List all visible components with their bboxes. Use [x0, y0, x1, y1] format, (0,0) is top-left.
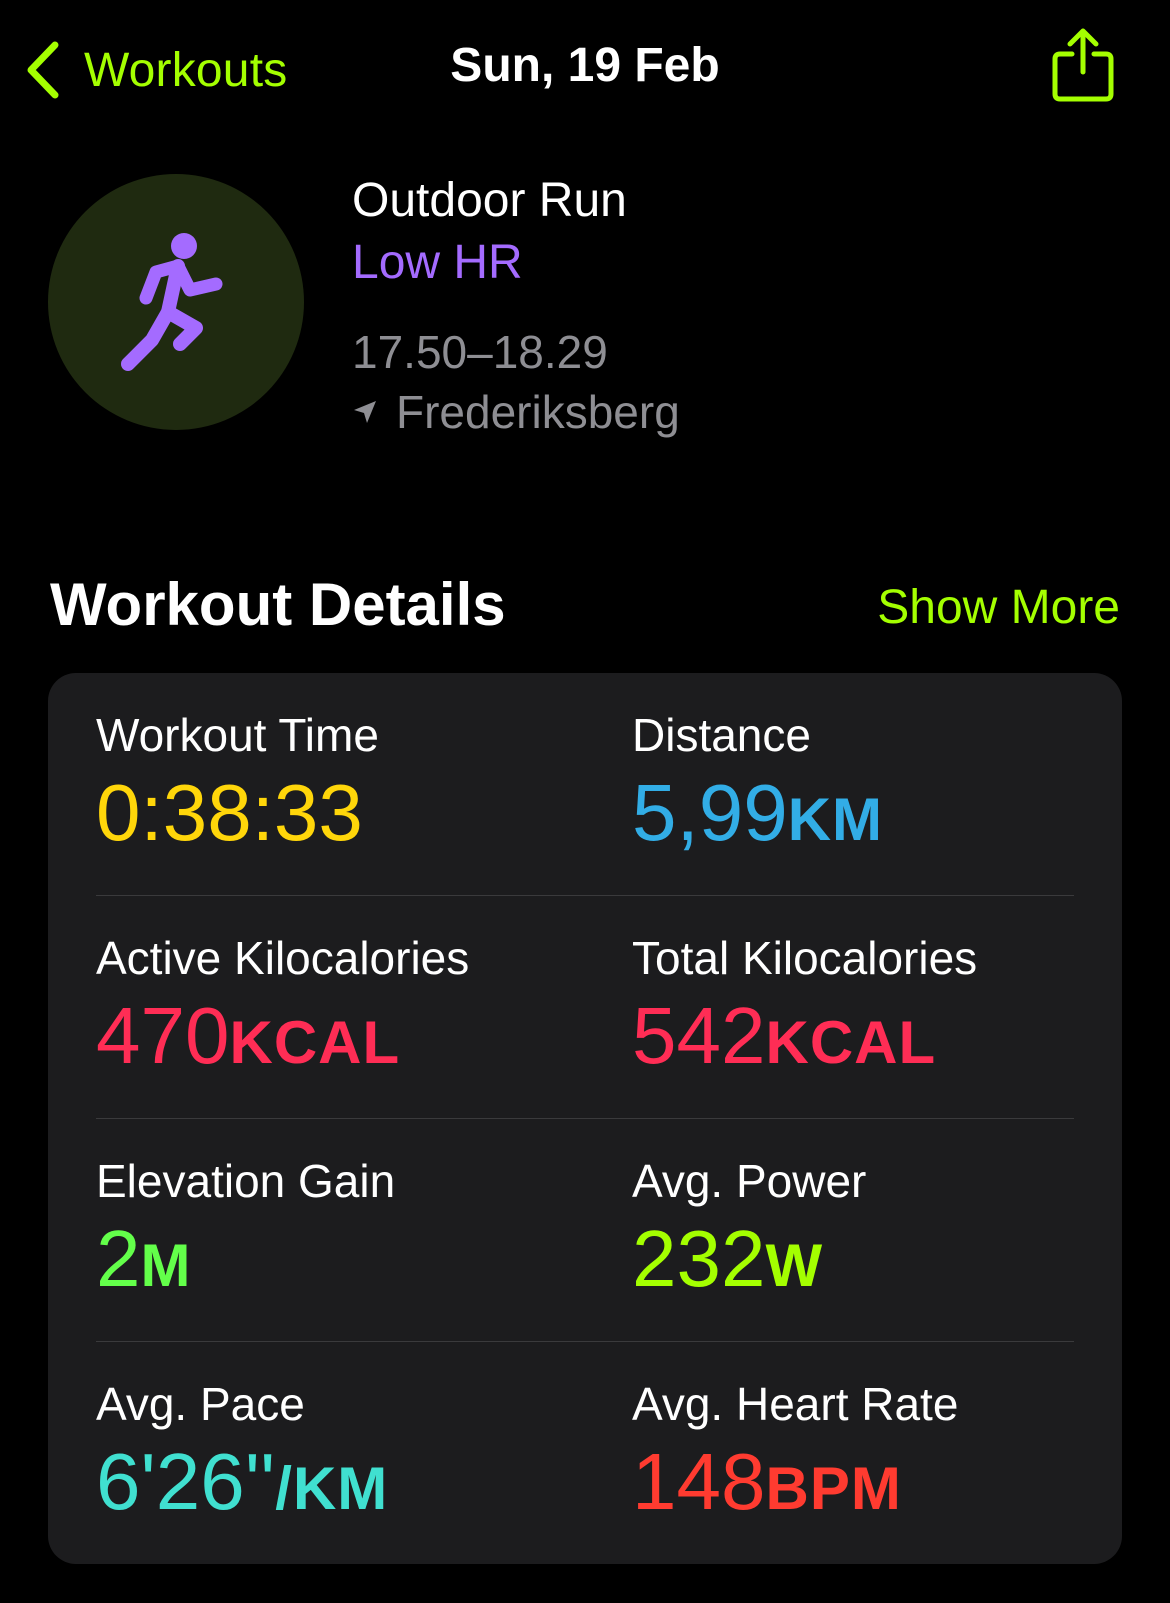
running-figure-icon — [121, 233, 223, 371]
metric-unit: /KM — [275, 1455, 389, 1522]
metric-value: 148BPM — [632, 1436, 1112, 1535]
metric-row: Active Kilocalories 470KCAL Total Kiloca… — [96, 896, 1074, 1119]
metric-number: 2 — [96, 1214, 141, 1303]
metric-value: 542KCAL — [632, 990, 1112, 1089]
share-icon — [1052, 28, 1114, 102]
metric-value: 6'26''/KM — [96, 1436, 576, 1535]
share-button[interactable] — [1050, 26, 1116, 104]
metric-value: 2M — [96, 1213, 576, 1312]
metric-unit: W — [765, 1232, 824, 1299]
workout-name: Outdoor Run — [352, 174, 627, 227]
workout-subtitle: Low HR — [352, 236, 523, 289]
metric-value: 0:38:33 — [96, 767, 576, 866]
metric-label: Avg. Power — [632, 1155, 867, 1207]
metric-label: Avg. Pace — [96, 1378, 305, 1430]
workout-time-range: 17.50–18.29 — [352, 326, 608, 378]
metric-number: 148 — [632, 1437, 766, 1526]
workout-location: Frederiksberg — [352, 382, 680, 442]
metric-active-kilocalories: Active Kilocalories 470KCAL — [96, 930, 576, 1089]
activity-badge — [48, 174, 304, 430]
metric-distance: Distance 5,99KM — [632, 707, 1112, 866]
show-more-button[interactable]: Show More — [877, 578, 1120, 638]
metric-number: 232 — [632, 1214, 766, 1303]
metric-row: Workout Time 0:38:33 Distance 5,99KM — [96, 673, 1074, 896]
metric-value: 232W — [632, 1213, 1112, 1312]
metric-unit: KCAL — [765, 1009, 937, 1076]
metric-value: 470KCAL — [96, 990, 576, 1089]
metric-number: 470 — [96, 991, 230, 1080]
metric-number: 6'26'' — [96, 1437, 276, 1526]
metric-number: 0:38:33 — [96, 768, 363, 857]
metric-label: Total Kilocalories — [632, 932, 978, 984]
metric-number: 5,99 — [632, 768, 788, 857]
metric-label: Distance — [632, 709, 811, 761]
metric-avg-pace: Avg. Pace 6'26''/KM — [96, 1376, 576, 1535]
metric-unit: KCAL — [229, 1009, 401, 1076]
navigation-bar: Workouts Sun, 19 Feb — [0, 0, 1170, 140]
workout-header: Outdoor Run Low HR 17.50–18.29 Frederiks… — [0, 170, 1170, 470]
metric-elevation-gain: Elevation Gain 2M — [96, 1153, 576, 1312]
location-arrow-icon — [354, 401, 376, 423]
metric-label: Workout Time — [96, 709, 379, 761]
workout-details-card: Workout Time 0:38:33 Distance 5,99KM Act… — [48, 673, 1122, 1564]
metric-row: Avg. Pace 6'26''/KM Avg. Heart Rate 148B… — [96, 1342, 1074, 1564]
workout-details-header: Workout Details Show More — [50, 570, 1120, 640]
metric-workout-time: Workout Time 0:38:33 — [96, 707, 576, 866]
metric-label: Avg. Heart Rate — [632, 1378, 959, 1430]
location-label: Frederiksberg — [396, 386, 680, 438]
metric-number: 542 — [632, 991, 766, 1080]
metric-label: Elevation Gain — [96, 1155, 396, 1207]
metric-label: Active Kilocalories — [96, 932, 470, 984]
metric-unit: M — [140, 1232, 192, 1299]
section-title: Workout Details — [50, 571, 506, 638]
metric-avg-heart-rate: Avg. Heart Rate 148BPM — [632, 1376, 1112, 1535]
metric-total-kilocalories: Total Kilocalories 542KCAL — [632, 930, 1112, 1089]
metric-row: Elevation Gain 2M Avg. Power 232W — [96, 1119, 1074, 1342]
metric-avg-power: Avg. Power 232W — [632, 1153, 1112, 1312]
page-title: Sun, 19 Feb — [450, 39, 720, 92]
metric-unit: BPM — [765, 1455, 902, 1522]
metric-value: 5,99KM — [632, 767, 1112, 866]
metric-unit: KM — [787, 786, 884, 853]
